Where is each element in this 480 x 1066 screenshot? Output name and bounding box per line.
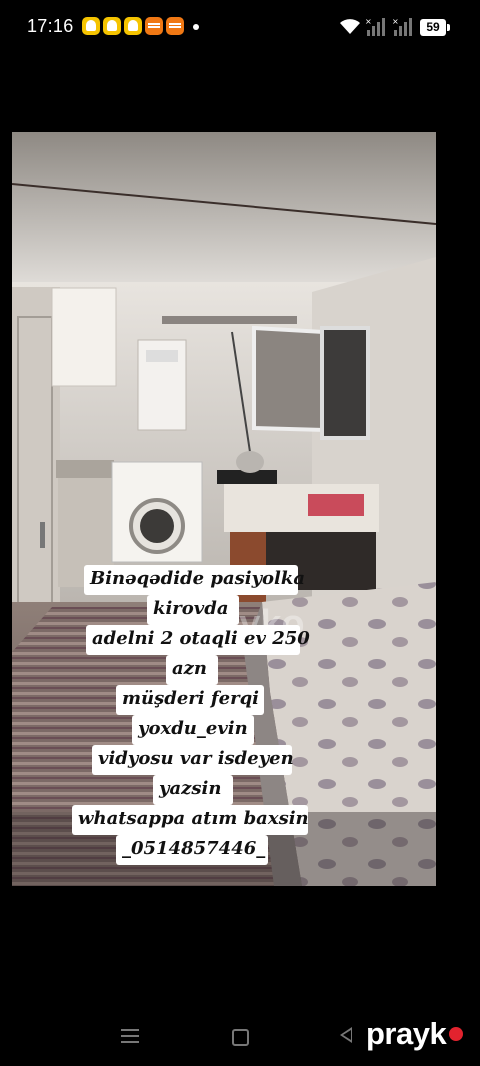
- home-icon[interactable]: [232, 1029, 249, 1046]
- svg-text:×: ×: [365, 18, 372, 26]
- video-watermark: prayko: [180, 603, 305, 645]
- more-notifications-dot: [193, 24, 199, 30]
- snapchat-icon: [124, 17, 142, 35]
- brand-dot-icon: [449, 1027, 463, 1041]
- status-bar: 17:16 × × 59: [0, 0, 480, 56]
- room-scene-image: [12, 132, 436, 886]
- brand-watermark: prayk: [366, 1016, 447, 1051]
- snapchat-icon: [103, 17, 121, 35]
- wifi-icon: [340, 19, 360, 34]
- svg-text:×: ×: [392, 18, 399, 26]
- video-frame[interactable]: [12, 132, 436, 886]
- signal-icon: ×: [392, 18, 412, 36]
- clock: 17:16: [27, 16, 74, 36]
- back-icon[interactable]: [340, 1027, 352, 1043]
- temu-icon: [145, 17, 163, 35]
- battery-icon: 59: [420, 19, 450, 36]
- recent-apps-icon[interactable]: [121, 1029, 139, 1044]
- signal-icon: ×: [365, 18, 385, 36]
- snapchat-icon: [82, 17, 100, 35]
- temu-icon: [166, 17, 184, 35]
- navigation-bar: prayk: [0, 1005, 480, 1066]
